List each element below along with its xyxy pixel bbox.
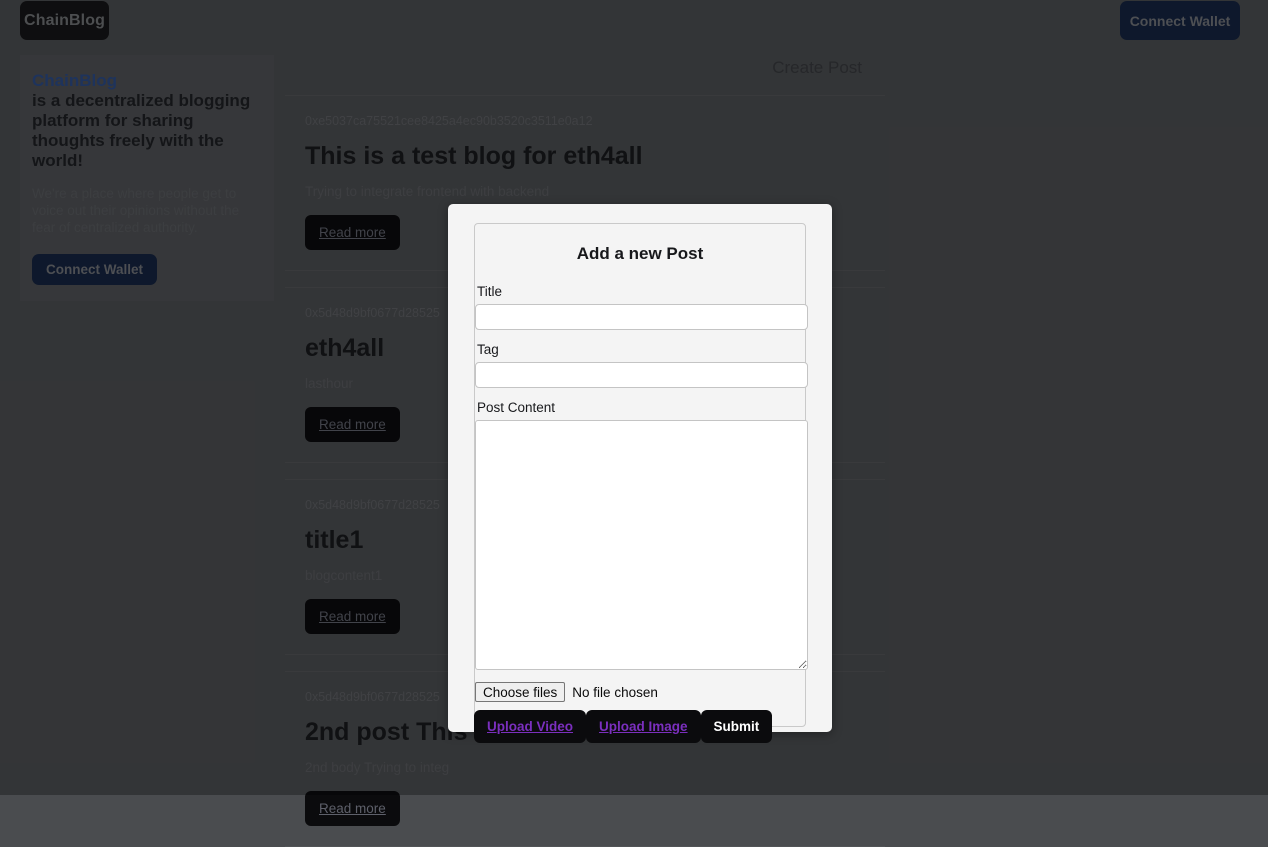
submit-button[interactable]: Submit [701,710,773,743]
modal-title: Add a new Post [475,244,805,264]
add-post-modal: Add a new Post Title Tag Post Content Ch… [448,204,832,732]
title-field-block: Title [476,284,804,330]
post-content-field-block: Post Content [476,400,804,670]
upload-video-button[interactable]: Upload Video [474,710,586,743]
tag-field-label: Tag [477,342,804,357]
read-more-label: Read more [319,801,386,816]
file-status-label: No file chosen [572,685,658,700]
read-more-button[interactable]: Read more [305,791,400,826]
title-input[interactable] [475,304,808,330]
file-input-row[interactable]: Choose files No file chosen [475,682,804,702]
tag-field-block: Tag [476,342,804,388]
submit-label: Submit [714,719,760,734]
add-post-modal-inner: Add a new Post Title Tag Post Content Ch… [474,223,806,727]
post-content-textarea[interactable] [475,420,808,670]
upload-video-label: Upload Video [487,719,573,734]
upload-image-button[interactable]: Upload Image [586,710,701,743]
post-content-label: Post Content [477,400,804,415]
choose-files-button[interactable]: Choose files [475,682,565,702]
title-field-label: Title [477,284,804,299]
modal-action-row: Upload Video Upload Image Submit [474,710,772,743]
tag-input[interactable] [475,362,808,388]
upload-image-label: Upload Image [599,719,688,734]
